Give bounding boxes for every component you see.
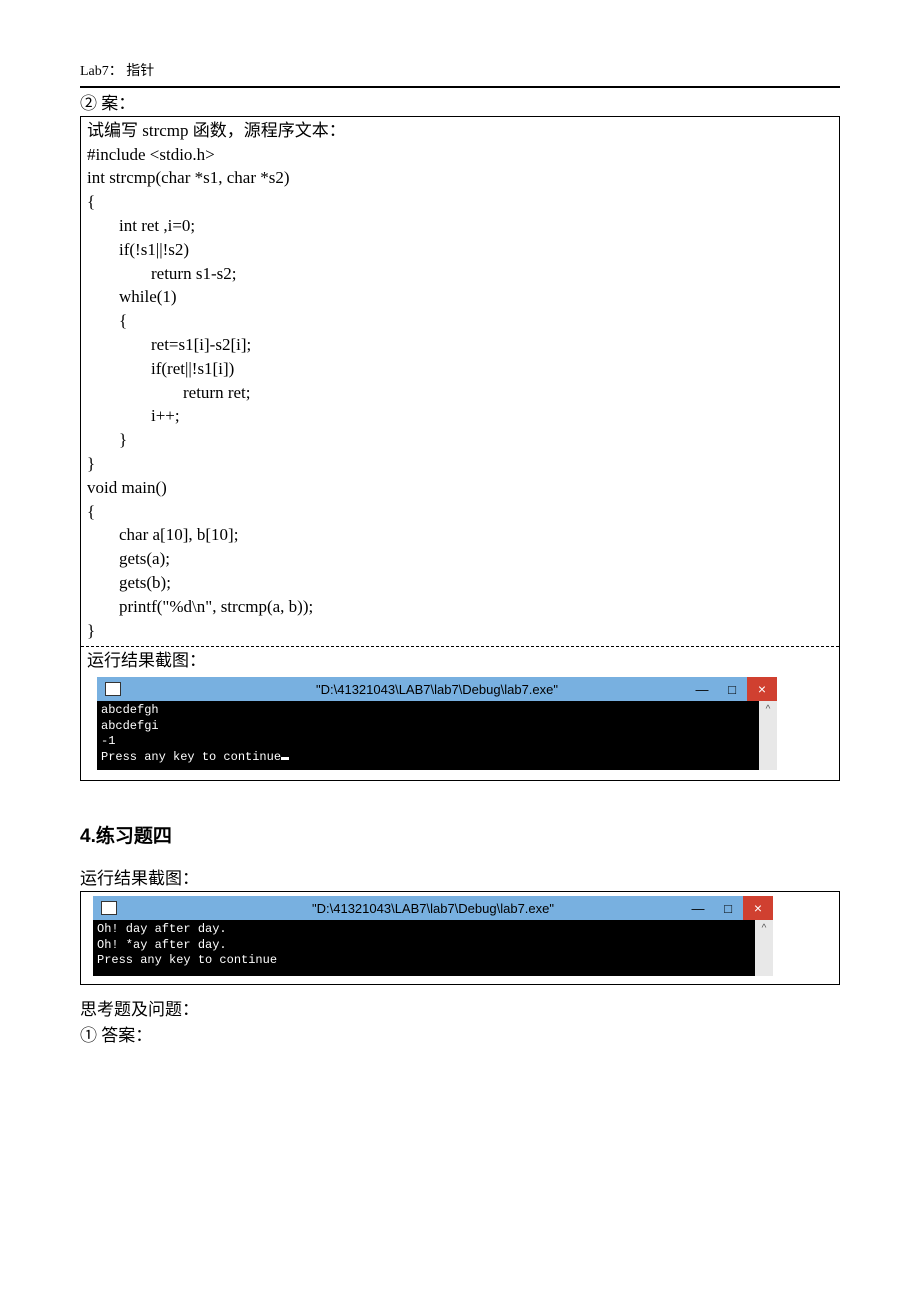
code-line: ret=s1[i]-s2[i]; [87, 333, 833, 357]
result-box-2: "D:\41321043\LAB7\lab7\Debug\lab7.exe" —… [80, 891, 840, 985]
console-output: Oh! day after day. Oh! *ay after day. Pr… [93, 920, 755, 976]
console-window-1: "D:\41321043\LAB7\lab7\Debug\lab7.exe" —… [97, 677, 777, 769]
code-line: int strcmp(char *s1, char *s2) [87, 166, 833, 190]
code-block: #include <stdio.h>int strcmp(char *s1, c… [87, 143, 833, 643]
code-box-1: 试编写 strcmp 函数，源程序文本： #include <stdio.h>i… [80, 116, 840, 781]
scroll-up-icon[interactable]: ^ [759, 701, 777, 717]
code-line: } [87, 452, 833, 476]
header-rule [80, 86, 840, 88]
answer-1-label: ① 答案： [80, 1023, 840, 1049]
code-line: #include <stdio.h> [87, 143, 833, 167]
console-scrollbar[interactable]: ^ [759, 701, 777, 769]
box-divider [81, 646, 839, 647]
code-line: while(1) [87, 285, 833, 309]
console-title: "D:\41321043\LAB7\lab7\Debug\lab7.exe" [93, 901, 773, 916]
code-line: gets(a); [87, 547, 833, 571]
console-titlebar[interactable]: "D:\41321043\LAB7\lab7\Debug\lab7.exe" —… [97, 677, 777, 701]
code-line: int ret ,i=0; [87, 214, 833, 238]
close-button[interactable]: × [747, 677, 777, 701]
console-scrollbar[interactable]: ^ [755, 920, 773, 976]
minimize-button[interactable]: — [683, 896, 713, 920]
code-line: printf("%d\n", strcmp(a, b)); [87, 595, 833, 619]
cursor-icon [281, 757, 289, 760]
code-line: if(ret||!s1[i]) [87, 357, 833, 381]
code-line: void main() [87, 476, 833, 500]
code-intro: 试编写 strcmp 函数，源程序文本： [87, 119, 833, 143]
console-titlebar[interactable]: "D:\41321043\LAB7\lab7\Debug\lab7.exe" —… [93, 896, 773, 920]
code-line: { [87, 500, 833, 524]
console-title: "D:\41321043\LAB7\lab7\Debug\lab7.exe" [97, 682, 777, 697]
code-line: } [87, 619, 833, 643]
thinking-questions-label: 思考题及问题： [80, 997, 840, 1023]
minimize-button[interactable]: — [687, 677, 717, 701]
maximize-button[interactable]: □ [717, 677, 747, 701]
code-line: return s1-s2; [87, 262, 833, 286]
console-app-icon [101, 901, 117, 915]
code-line: { [87, 190, 833, 214]
result-label-1: 运行结果截图： [87, 649, 833, 673]
code-line: { [87, 309, 833, 333]
code-line: i++; [87, 404, 833, 428]
console-output: abcdefgh abcdefgi -1 Press any key to co… [97, 701, 759, 769]
scroll-up-icon[interactable]: ^ [755, 920, 773, 936]
page-header: Lab7： 指针 [80, 60, 840, 80]
code-line: return ret; [87, 381, 833, 405]
result-label-2: 运行结果截图： [80, 866, 840, 892]
maximize-button[interactable]: □ [713, 896, 743, 920]
console-window-2: "D:\41321043\LAB7\lab7\Debug\lab7.exe" —… [93, 896, 773, 976]
code-line: char a[10], b[10]; [87, 523, 833, 547]
code-line: } [87, 428, 833, 452]
item-2-label: ② 案： [80, 92, 840, 116]
code-line: if(!s1||!s2) [87, 238, 833, 262]
code-line: gets(b); [87, 571, 833, 595]
close-button[interactable]: × [743, 896, 773, 920]
section-4-title: 4.练习题四 [80, 821, 840, 848]
console-app-icon [105, 682, 121, 696]
